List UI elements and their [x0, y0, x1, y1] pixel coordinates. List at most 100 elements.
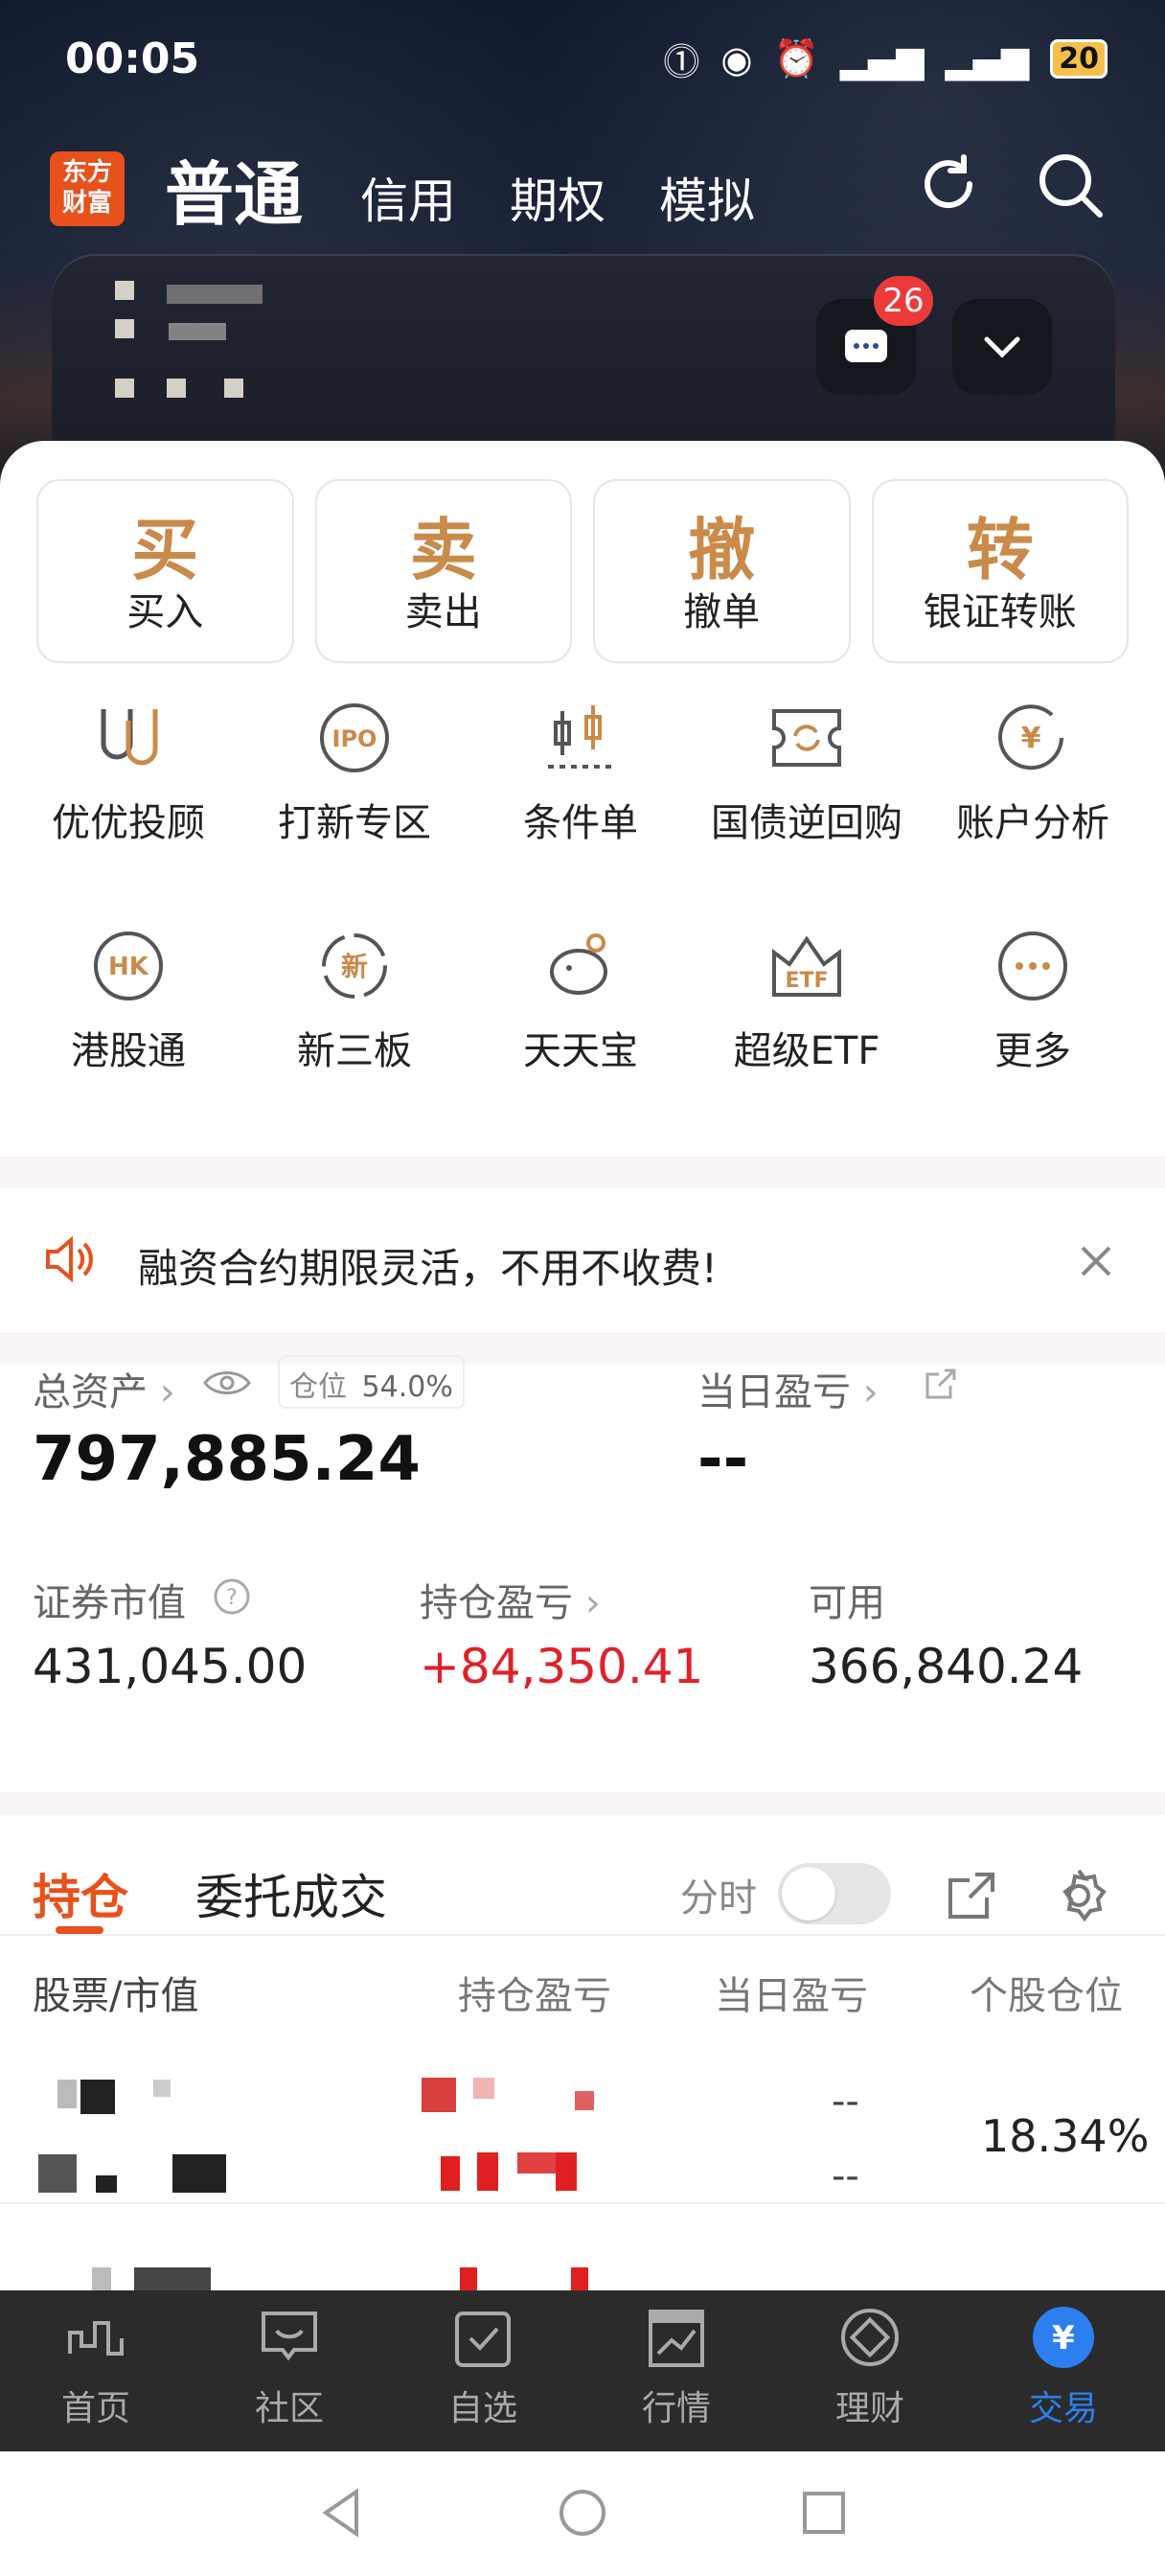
more-icon	[998, 932, 1067, 1000]
asset-summary: 总资产 › 仓位 54.0% 797,885.24 当日盈亏 › -- 证券市值…	[0, 1355, 1165, 1694]
app-logo[interactable]: 东方 财富	[50, 151, 125, 226]
nav-wealth[interactable]: 理财	[774, 2304, 966, 2430]
tab-options[interactable]: 期权	[510, 163, 605, 232]
help-icon[interactable]: ?	[213, 1577, 251, 1616]
tab-orders-trades[interactable]: 委托成交	[195, 1859, 387, 1928]
cancel-order-button[interactable]: 撤 撤单	[593, 479, 851, 663]
col-daily-pl[interactable]: 当日盈亏	[715, 1965, 868, 2020]
grid-item-neeq[interactable]: 新 新三板	[241, 930, 468, 1075]
transfer-label: 银证转账	[923, 590, 1077, 634]
daily-pl-text: 当日盈亏	[697, 1370, 851, 1414]
share-icon[interactable]	[945, 1869, 998, 1922]
toggle-knob	[782, 1867, 835, 1920]
nav-market[interactable]: 行情	[581, 2304, 772, 2430]
masked-stock-name	[57, 2080, 77, 2108]
stock-position-value: 18.34%	[981, 2110, 1150, 2162]
message-count-badge: 26	[874, 276, 933, 326]
eye-icon[interactable]	[203, 1367, 251, 1399]
grid-label: 国债逆回购	[711, 801, 902, 845]
market-value-label: 证券市值	[33, 1572, 186, 1627]
masked-stock-name	[153, 2080, 171, 2097]
promo-notice[interactable]: 融资合约期限灵活，不用不收费!	[0, 1188, 1165, 1332]
refresh-icon[interactable]	[912, 150, 985, 222]
eye-icon: ◉	[720, 37, 753, 80]
nav-trade[interactable]: ¥ 交易	[968, 2304, 1159, 2430]
daily-pl-label[interactable]: 当日盈亏 ›	[697, 1361, 879, 1416]
section-divider	[0, 1332, 1165, 1365]
reverse-repo-icon	[772, 709, 841, 767]
status-bar: 00:05 ⓵ ◉ ⏰ ▂▄▆ ▂▄▆ 20	[0, 0, 1165, 115]
sell-label: 卖出	[404, 590, 482, 634]
holdings-tabs: 持仓 委托成交 分时	[0, 1821, 1165, 1936]
masked-account-pixel	[224, 379, 243, 398]
col-stock-position[interactable]: 个股仓位	[970, 1965, 1123, 2020]
grid-item-tiantianbao[interactable]: 天天宝	[468, 930, 694, 1075]
grid-item-ipo[interactable]: IPO 打新专区	[241, 702, 468, 847]
settings-gear-icon[interactable]	[1050, 1867, 1108, 1924]
masked-account-pixel	[167, 285, 263, 304]
tab-normal[interactable]: 普通	[165, 138, 303, 239]
system-navigation-bar	[0, 2451, 1165, 2576]
feature-grid-row-1: 优优投顾 IPO 打新专区 条件单 国债逆回购 ¥ 账户分析	[0, 702, 1165, 893]
svg-text:新: 新	[341, 951, 368, 982]
holding-pl-label[interactable]: 持仓盈亏 ›	[420, 1572, 601, 1627]
masked-holding-pl	[422, 2078, 456, 2112]
external-link-icon[interactable]	[922, 1365, 960, 1403]
trade-yen-icon: ¥	[1033, 2307, 1094, 2368]
grid-label: 条件单	[523, 801, 638, 845]
grid-label: 账户分析	[956, 801, 1109, 845]
tab-holdings[interactable]: 持仓	[33, 1859, 128, 1928]
nav-label: 行情	[641, 2389, 711, 2428]
tab-simulation[interactable]: 模拟	[659, 163, 755, 232]
grid-label: 港股通	[71, 1029, 186, 1073]
bank-transfer-button[interactable]: 转 银证转账	[871, 479, 1129, 663]
buy-button[interactable]: 买 买入	[36, 479, 294, 663]
grid-item-reverse-repo[interactable]: 国债逆回购	[694, 702, 920, 847]
masked-stock-name	[92, 2267, 111, 2290]
search-icon[interactable]	[1035, 150, 1108, 222]
back-icon[interactable]	[312, 2484, 370, 2542]
signal-icon-2: ▂▄▆	[945, 37, 1030, 80]
bottom-navigation: 首页 社区 自选 行情 理财 ¥ 交易	[0, 2290, 1165, 2451]
signal-icon: ▂▄▆	[839, 37, 925, 80]
recents-icon[interactable]	[795, 2484, 853, 2542]
nav-label: 自选	[447, 2389, 517, 2428]
sell-button[interactable]: 卖 卖出	[314, 479, 572, 663]
holdings-table-header: 股票/市值 持仓盈亏 当日盈亏 个股仓位	[0, 1945, 1165, 2032]
tab-credit[interactable]: 信用	[360, 163, 456, 232]
chevron-right-icon: ›	[862, 1370, 879, 1414]
nav-community[interactable]: 社区	[194, 2304, 385, 2430]
col-holding-pl[interactable]: 持仓盈亏	[458, 1965, 611, 2020]
grid-item-more[interactable]: 更多	[920, 930, 1146, 1075]
grid-label: 超级ETF	[733, 1029, 880, 1073]
grid-item-account-analysis[interactable]: ¥ 账户分析	[920, 702, 1146, 847]
masked-account-pixel	[115, 281, 134, 300]
intraday-toggle[interactable]	[778, 1863, 891, 1924]
grid-item-hk-connect[interactable]: HK 港股通	[15, 930, 241, 1075]
ipo-icon: IPO	[320, 703, 389, 772]
svg-text:HK: HK	[108, 953, 149, 981]
table-row[interactable]: -- -- 18.34%	[0, 2041, 1165, 2204]
col-stock-market-value[interactable]: 股票/市值	[33, 1965, 198, 2020]
table-row[interactable]	[0, 2233, 1165, 2290]
grid-item-advisor[interactable]: 优优投顾	[15, 702, 241, 847]
chevron-right-icon: ›	[584, 1581, 601, 1625]
nav-watchlist[interactable]: 自选	[387, 2304, 579, 2430]
close-icon[interactable]	[1077, 1242, 1115, 1280]
chevron-right-icon: ›	[159, 1370, 175, 1414]
chevron-down-icon	[984, 336, 1020, 358]
hk-icon: HK	[94, 932, 163, 1000]
grid-item-conditional-order[interactable]: 条件单	[468, 702, 694, 847]
nav-home[interactable]: 首页	[0, 2304, 192, 2430]
section-divider	[0, 1156, 1165, 1188]
account-dropdown-button[interactable]	[952, 299, 1052, 395]
masked-stock-name	[80, 2080, 115, 2114]
grid-label: 天天宝	[523, 1029, 638, 1073]
masked-holding-pl	[556, 2152, 577, 2191]
home-icon[interactable]	[554, 2484, 611, 2542]
sell-glyph: 卖	[409, 510, 477, 589]
masked-account-pixel	[169, 323, 226, 340]
total-assets-label[interactable]: 总资产 ›	[33, 1361, 175, 1416]
masked-stock-value	[172, 2154, 226, 2193]
grid-item-super-etf[interactable]: ETF 超级ETF	[694, 930, 920, 1075]
